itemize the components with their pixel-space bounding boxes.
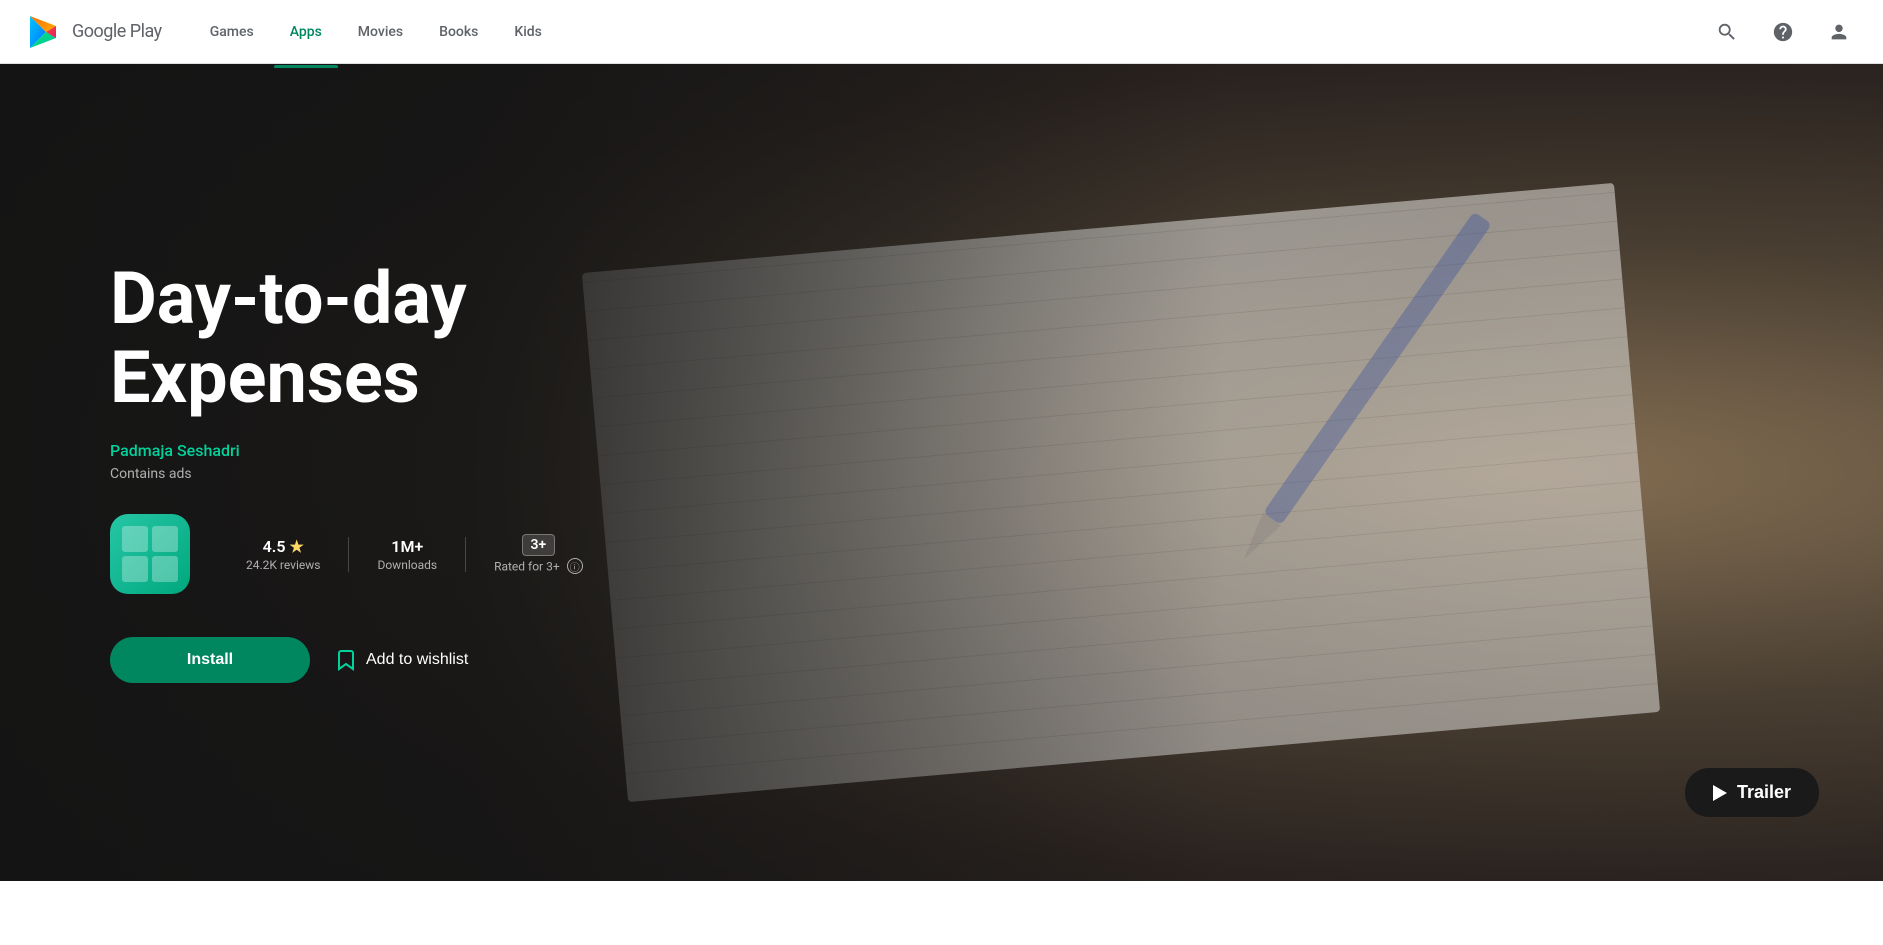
play-icon [1713, 785, 1727, 801]
app-contains-ads: Contains ads [110, 466, 1773, 482]
age-rating-value: 3+ [522, 534, 556, 556]
logo-text: Google Play [72, 21, 162, 42]
reviews-label: 24.2K reviews [246, 558, 320, 572]
hero-content: Day-to-day Expenses Padmaja Seshadri Con… [0, 64, 1883, 881]
app-title: Day-to-day Expenses [110, 259, 630, 417]
account-button[interactable] [1819, 12, 1859, 52]
search-icon [1716, 21, 1738, 43]
stat-rating: 4.5 ★ 24.2K reviews [218, 537, 349, 572]
install-button[interactable]: Install [110, 637, 310, 683]
nav-item-kids[interactable]: Kids [498, 16, 558, 48]
bookmark-icon [334, 648, 358, 672]
app-icon [110, 514, 190, 594]
trailer-label: Trailer [1737, 782, 1791, 803]
help-button[interactable] [1763, 12, 1803, 52]
downloads-value: 1M+ [391, 537, 423, 556]
account-icon [1828, 21, 1850, 43]
stat-age-rating: 3+ Rated for 3+ ⓘ [466, 534, 611, 574]
age-info-icon[interactable]: ⓘ [567, 558, 583, 574]
trailer-button[interactable]: Trailer [1685, 768, 1819, 817]
app-author[interactable]: Padmaja Seshadri [110, 441, 1773, 460]
help-icon [1772, 21, 1794, 43]
nav-item-books[interactable]: Books [423, 16, 494, 48]
wishlist-button[interactable]: Add to wishlist [334, 634, 468, 686]
age-badge: 3+ [522, 534, 556, 556]
google-play-logo-icon [24, 12, 64, 52]
main-nav: Games Apps Movies Books Kids [194, 16, 1707, 48]
age-rating-label: Rated for 3+ ⓘ [494, 558, 583, 574]
logo[interactable]: Google Play [24, 12, 162, 52]
nav-item-apps[interactable]: Apps [274, 16, 338, 48]
wishlist-label: Add to wishlist [366, 651, 468, 669]
nav-item-games[interactable]: Games [194, 16, 270, 48]
hero-section: Day-to-day Expenses Padmaja Seshadri Con… [0, 64, 1883, 881]
app-stats: 4.5 ★ 24.2K reviews 1M+ Downloads 3+ Rat… [110, 514, 1773, 594]
search-button[interactable] [1707, 12, 1747, 52]
stat-downloads: 1M+ Downloads [349, 537, 466, 572]
header-actions [1707, 12, 1859, 52]
star-icon: ★ [289, 537, 303, 556]
nav-item-movies[interactable]: Movies [342, 16, 419, 48]
header: Google Play Games Apps Movies Books Kids [0, 0, 1883, 64]
downloads-label: Downloads [377, 558, 437, 572]
rating-value: 4.5 ★ [263, 537, 304, 556]
app-actions: Install Add to wishlist [110, 634, 1773, 686]
app-icon-inner [110, 514, 190, 594]
